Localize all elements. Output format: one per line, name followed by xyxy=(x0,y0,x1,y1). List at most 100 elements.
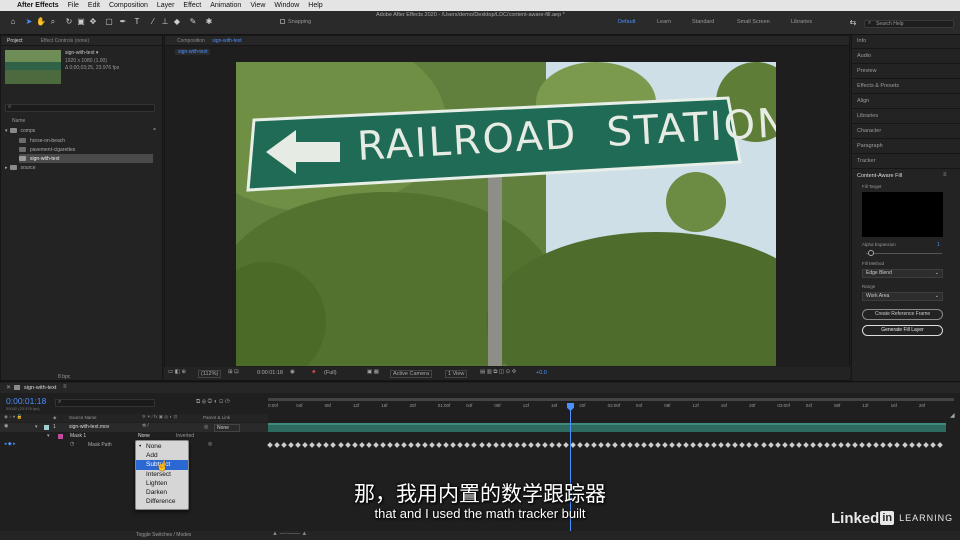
zoom-slider-icons[interactable]: ▲ ―◦―― ▲ xyxy=(272,531,307,537)
mask-expand-icon[interactable]: ▾ xyxy=(47,433,50,439)
keyframe-diamond[interactable] xyxy=(520,442,527,448)
keyframe-diamond[interactable] xyxy=(535,442,541,448)
keyframe-diamond[interactable] xyxy=(605,442,612,448)
view-layout-dropdown[interactable]: 1 View xyxy=(445,370,468,378)
character-panel[interactable]: Character xyxy=(857,128,881,134)
keyframe-diamond[interactable] xyxy=(372,442,379,448)
keyframe-diamond[interactable] xyxy=(542,442,548,448)
keyframe-diamond[interactable] xyxy=(471,442,478,448)
source-name-header[interactable]: Source Name xyxy=(69,415,97,420)
keyframe-diamond[interactable] xyxy=(506,442,513,448)
keyframe-diamond[interactable] xyxy=(450,442,457,448)
keyframe-diamond[interactable] xyxy=(704,442,710,448)
keyframe-diamond[interactable] xyxy=(753,442,760,448)
snapping-checkbox[interactable]: Snapping xyxy=(280,19,311,25)
zoom-dropdown[interactable]: (112%) xyxy=(198,370,222,378)
keyframe-diamond[interactable] xyxy=(711,442,717,448)
mask-name[interactable]: Mask 1 xyxy=(70,433,86,439)
work-area-bar[interactable] xyxy=(268,398,954,401)
keyframe-diamond[interactable] xyxy=(309,442,316,448)
keyframe-diamond[interactable] xyxy=(485,442,492,448)
bit-depth-label[interactable]: 8 bpc xyxy=(58,374,70,380)
menu-window[interactable]: Window xyxy=(274,2,299,9)
keyframe-diamond[interactable] xyxy=(295,442,302,448)
audio-panel[interactable]: Audio xyxy=(857,53,871,59)
keyframe-diamond[interactable] xyxy=(746,442,753,448)
keyframe-diamond[interactable] xyxy=(492,442,499,448)
keyframe-diamond[interactable] xyxy=(379,442,386,448)
keyframe-diamond[interactable] xyxy=(760,442,767,448)
keyframe-diamond[interactable] xyxy=(344,442,351,448)
pen-tool-icon[interactable]: ✒ xyxy=(118,17,128,27)
keyframe-diamond[interactable] xyxy=(915,442,922,448)
keyframe-diamond[interactable] xyxy=(288,442,294,448)
keyframe-diamond[interactable] xyxy=(267,442,273,448)
content-aware-fill-title[interactable]: Content-Aware Fill xyxy=(857,173,902,179)
stopwatch-icon[interactable]: ◷ xyxy=(70,441,74,447)
keyframe-diamond[interactable] xyxy=(598,442,605,448)
menu-composition[interactable]: Composition xyxy=(109,2,148,9)
keyframe-diamond[interactable] xyxy=(802,442,809,448)
keyframe-diamond[interactable] xyxy=(513,442,520,448)
keyframe-diamond[interactable] xyxy=(457,442,464,448)
keyframe-diamond[interactable] xyxy=(929,442,936,448)
keyframe-diamond[interactable] xyxy=(443,442,450,448)
keyframe-diamond[interactable] xyxy=(936,442,943,448)
keyframe-diamond[interactable] xyxy=(788,442,795,448)
visibility-eye-icon[interactable]: ◉ xyxy=(4,423,8,429)
current-time[interactable]: 0:00:01:18 xyxy=(257,370,283,376)
keyframe-diamond[interactable] xyxy=(725,442,732,448)
keyframe-diamond[interactable] xyxy=(499,442,506,448)
tab-project[interactable]: Project xyxy=(7,38,23,44)
keyframe-diamond[interactable] xyxy=(612,442,619,448)
keyframe-diamond[interactable] xyxy=(739,442,746,448)
comp-flow-tab[interactable]: sign-with-text xyxy=(175,49,211,55)
hand-tool-icon[interactable]: ✋ xyxy=(36,17,46,27)
layer-switch-icons[interactable]: ✲ ⁄ xyxy=(142,423,148,429)
keyframe-diamond[interactable] xyxy=(669,442,675,448)
workspace-default[interactable]: Default xyxy=(618,19,635,25)
keyframe-diamond[interactable] xyxy=(908,442,915,448)
workspace-learn[interactable]: Learn xyxy=(657,19,671,25)
libraries-panel[interactable]: Libraries xyxy=(857,113,878,119)
keyframe-diamond[interactable] xyxy=(549,442,555,448)
timeline-search-field[interactable]: ⌕ xyxy=(55,399,155,407)
keyframe-diamond[interactable] xyxy=(570,442,576,448)
keyframe-diamond[interactable] xyxy=(690,442,696,448)
workspace-small-screen[interactable]: Small Screen xyxy=(737,19,770,25)
keyframe-diamond[interactable] xyxy=(894,442,901,448)
keyframe-diamond[interactable] xyxy=(781,442,788,448)
flowchart-icon[interactable]: ⚬ xyxy=(152,126,157,133)
keyframe-diamond[interactable] xyxy=(732,442,739,448)
camera-tool-icon[interactable]: ▣ xyxy=(76,17,86,27)
parent-dropdown[interactable]: None xyxy=(214,424,240,432)
close-tab-icon[interactable]: ✕ xyxy=(6,384,11,391)
video-frame[interactable]: RAILROAD STATION xyxy=(236,62,776,366)
comp-tab-label[interactable]: Composition sign-with-text xyxy=(171,38,242,44)
fill-method-dropdown[interactable]: Edge Blend ⌄ xyxy=(862,269,943,278)
alpha-expansion-handle[interactable] xyxy=(868,250,874,256)
search-help-field[interactable]: ⌕ Search Help xyxy=(864,20,954,28)
keyframe-diamond[interactable] xyxy=(683,442,689,448)
keyframe-diamond[interactable] xyxy=(387,442,393,448)
keyframe-diamond[interactable] xyxy=(880,442,887,448)
preview-panel[interactable]: Preview xyxy=(857,68,877,74)
keyframe-diamond[interactable] xyxy=(661,442,668,448)
keyframe-diamond[interactable] xyxy=(274,442,280,448)
keyframe-diamond[interactable] xyxy=(591,442,598,448)
info-panel[interactable]: Info xyxy=(857,38,866,44)
keyframe-diamond[interactable] xyxy=(774,442,781,448)
comp-sign-with-text[interactable]: sign-with-text xyxy=(19,154,153,163)
keyframe-diamond[interactable] xyxy=(831,442,837,448)
pickwhip-icon[interactable]: ◎ xyxy=(204,424,208,430)
panel-menu-icon[interactable]: ≡ xyxy=(943,172,947,178)
rectangle-tool-icon[interactable]: ▢ xyxy=(104,17,114,27)
rotate-tool-icon[interactable]: ↻ xyxy=(64,17,74,27)
resolution-dropdown[interactable]: (Full) xyxy=(324,370,337,376)
keyframe-diamond[interactable] xyxy=(408,442,414,448)
keyframe-diamond[interactable] xyxy=(866,442,873,448)
menu-layer[interactable]: Layer xyxy=(157,2,175,9)
snapshot-icon[interactable]: ◉ xyxy=(290,369,295,375)
keyframe-diamond[interactable] xyxy=(647,442,654,448)
keyframe-diamond[interactable] xyxy=(626,442,633,448)
